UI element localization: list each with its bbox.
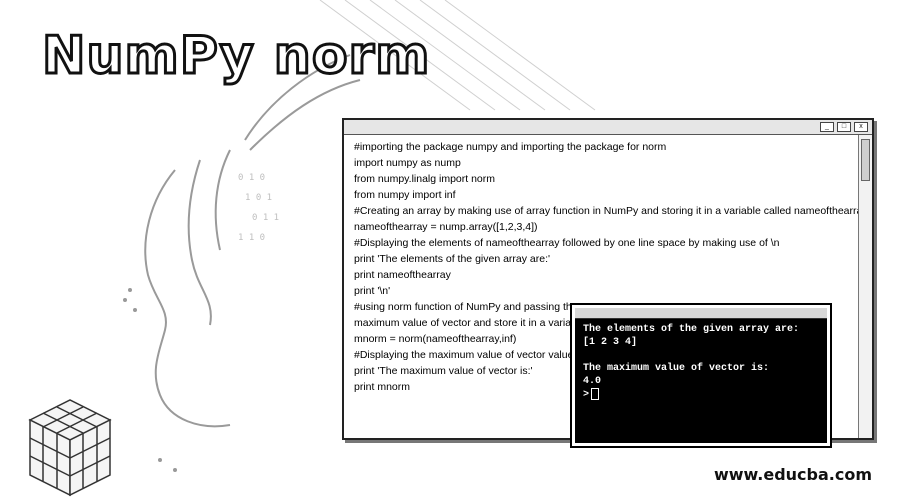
editor-scrollbar[interactable] <box>858 135 872 438</box>
svg-text:1 0 1: 1 0 1 <box>245 193 272 203</box>
background-circle-dots <box>123 288 177 472</box>
console-output-window: The elements of the given array are: [1 … <box>570 303 832 448</box>
code-line: print '\n' <box>354 285 391 297</box>
console-line: 4.0 <box>583 376 602 387</box>
code-line: from numpy.linalg import norm <box>354 173 496 185</box>
svg-text:1 1 0: 1 1 0 <box>238 233 265 243</box>
console-body[interactable]: The elements of the given array are: [1 … <box>575 319 827 405</box>
scrollbar-thumb[interactable] <box>861 139 870 181</box>
background-numbers: 0 1 0 1 0 1 0 1 1 1 1 0 <box>238 173 279 243</box>
window-controls: _ □ x <box>820 122 868 132</box>
editor-titlebar[interactable]: _ □ x <box>344 120 872 135</box>
code-line: #Displaying the elements of nameofthearr… <box>354 237 780 249</box>
console-prompt: > <box>583 389 590 401</box>
page-title: NumPy norm <box>40 25 431 88</box>
cursor-icon <box>591 388 600 400</box>
svg-text:0 1 1: 0 1 1 <box>252 213 279 223</box>
minimize-button[interactable]: _ <box>820 122 834 132</box>
code-line: #importing the package numpy and importi… <box>354 141 667 153</box>
console-line: The elements of the given array are: <box>583 324 800 335</box>
cube-icon <box>28 399 112 497</box>
code-line: print nameofthearray <box>354 269 451 281</box>
console-line: The maximum value of vector is: <box>583 363 770 374</box>
code-line: import numpy as nump <box>354 157 461 169</box>
code-line: from numpy import inf <box>354 189 456 201</box>
watermark: www.educba.com <box>713 465 872 484</box>
maximize-button[interactable]: □ <box>837 122 851 132</box>
code-line: #Creating an array by making use of arra… <box>354 205 868 217</box>
console-titlebar[interactable] <box>575 308 827 319</box>
code-line: nameofthearray = nump.array([1,2,3,4]) <box>354 221 538 233</box>
close-button[interactable]: x <box>854 122 868 132</box>
console-line: [1 2 3 4] <box>583 337 638 348</box>
svg-text:0 1 0: 0 1 0 <box>238 173 265 183</box>
console-prompt-line[interactable]: > <box>583 388 819 401</box>
code-line: print 'The elements of the given array a… <box>354 253 551 265</box>
